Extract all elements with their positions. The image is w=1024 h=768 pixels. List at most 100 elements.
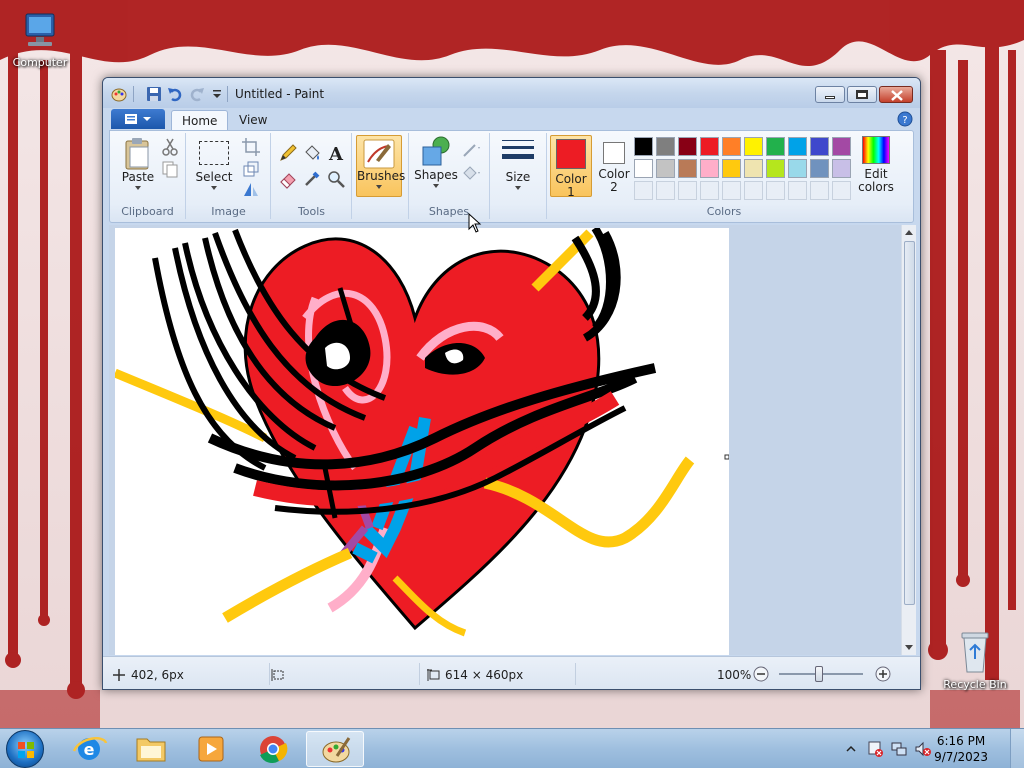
taskbar-paint[interactable] bbox=[306, 731, 364, 767]
palette-swatch[interactable] bbox=[634, 181, 653, 200]
windows-logo-icon bbox=[18, 742, 34, 758]
redo-icon[interactable] bbox=[189, 86, 205, 102]
text-tool-icon[interactable]: A bbox=[326, 143, 346, 163]
palette-swatch[interactable] bbox=[656, 159, 675, 178]
rotate-icon[interactable] bbox=[241, 179, 261, 199]
drawing-canvas[interactable] bbox=[115, 228, 729, 655]
outline-icon[interactable] bbox=[461, 139, 481, 159]
scrollbar-thumb[interactable] bbox=[904, 241, 915, 605]
palette-swatch[interactable] bbox=[700, 181, 719, 200]
desktop-icon-computer[interactable]: Computer bbox=[5, 10, 75, 69]
palette-swatch[interactable] bbox=[766, 181, 785, 200]
palette-swatch[interactable] bbox=[744, 137, 763, 156]
shapes-button[interactable]: Shapes bbox=[413, 135, 459, 188]
vertical-scrollbar[interactable] bbox=[901, 225, 916, 655]
taskbar-internet-explorer[interactable]: e bbox=[60, 731, 118, 767]
tab-home[interactable]: Home bbox=[171, 110, 229, 130]
start-button[interactable] bbox=[6, 730, 44, 768]
eraser-icon[interactable] bbox=[278, 169, 298, 189]
network-icon[interactable] bbox=[890, 740, 908, 758]
color2-button[interactable]: Color 2 bbox=[594, 135, 634, 197]
scroll-up-arrow-icon[interactable] bbox=[905, 230, 913, 235]
palette-swatch[interactable] bbox=[656, 137, 675, 156]
color1-label: Color bbox=[555, 172, 587, 186]
maximize-button[interactable] bbox=[847, 86, 877, 103]
color1-button[interactable]: Color 1 bbox=[550, 135, 592, 199]
palette-swatch[interactable] bbox=[678, 137, 697, 156]
minimize-button[interactable] bbox=[815, 86, 845, 103]
palette-swatch[interactable] bbox=[744, 181, 763, 200]
cut-icon[interactable] bbox=[160, 137, 180, 157]
window-title: Untitled - Paint bbox=[235, 87, 325, 101]
taskbar-media-player[interactable] bbox=[182, 731, 240, 767]
resize-icon[interactable] bbox=[241, 159, 261, 179]
paint-window: Untitled - Paint Home View ? Paste Clipb… bbox=[102, 77, 921, 690]
palette-swatch[interactable] bbox=[634, 137, 653, 156]
edit-colors-button[interactable]: Edit colors bbox=[856, 135, 896, 194]
palette-swatch[interactable] bbox=[678, 159, 697, 178]
color-picker-icon[interactable] bbox=[302, 169, 322, 189]
fill-bucket-icon[interactable] bbox=[302, 143, 322, 163]
palette-swatch[interactable] bbox=[788, 159, 807, 178]
brushes-dropdown-arrow-icon bbox=[376, 185, 382, 189]
crop-icon[interactable] bbox=[241, 137, 261, 157]
customize-quick-access-icon[interactable] bbox=[209, 86, 225, 102]
save-icon[interactable] bbox=[146, 86, 162, 102]
paste-button[interactable]: Paste bbox=[116, 137, 160, 190]
zoom-in-icon[interactable] bbox=[875, 666, 891, 682]
show-desktop-button[interactable] bbox=[1010, 729, 1024, 768]
select-icon bbox=[199, 141, 229, 165]
palette-swatch[interactable] bbox=[722, 137, 741, 156]
copy-icon[interactable] bbox=[160, 159, 180, 179]
select-button[interactable]: Select bbox=[191, 137, 237, 190]
palette-swatch[interactable] bbox=[766, 137, 785, 156]
zoom-out-icon[interactable] bbox=[753, 666, 769, 682]
magnifier-icon[interactable] bbox=[326, 169, 346, 189]
taskbar-chrome[interactable] bbox=[244, 731, 302, 767]
paste-icon bbox=[125, 138, 149, 170]
palette-swatch[interactable] bbox=[700, 159, 719, 178]
pencil-icon[interactable] bbox=[278, 143, 298, 163]
scroll-down-arrow-icon[interactable] bbox=[905, 645, 913, 650]
paint-app-icon[interactable] bbox=[111, 86, 127, 102]
clock-date: 9/7/2023 bbox=[934, 750, 988, 764]
palette-swatch[interactable] bbox=[832, 159, 851, 178]
palette-swatch[interactable] bbox=[656, 181, 675, 200]
palette-swatch[interactable] bbox=[810, 181, 829, 200]
palette-swatch[interactable] bbox=[722, 159, 741, 178]
palette-swatch[interactable] bbox=[634, 159, 653, 178]
size-label: Size bbox=[505, 170, 531, 184]
palette-swatch[interactable] bbox=[788, 137, 807, 156]
image-group: Select Image bbox=[187, 133, 271, 219]
clock[interactable]: 6:16 PM 9/7/2023 bbox=[934, 733, 988, 765]
palette-swatch[interactable] bbox=[832, 137, 851, 156]
paint-menu-button[interactable] bbox=[111, 109, 165, 129]
palette-swatch[interactable] bbox=[700, 137, 719, 156]
fill-icon[interactable] bbox=[461, 161, 481, 181]
close-button[interactable] bbox=[879, 86, 913, 103]
palette-swatch[interactable] bbox=[810, 137, 829, 156]
volume-muted-icon[interactable] bbox=[914, 740, 932, 758]
palette-swatch[interactable] bbox=[744, 159, 763, 178]
minimize-icon bbox=[825, 96, 835, 99]
action-center-icon[interactable] bbox=[866, 740, 884, 758]
brushes-button[interactable]: Brushes bbox=[356, 135, 405, 197]
line-size-icon bbox=[502, 140, 534, 159]
size-button[interactable]: Size bbox=[497, 137, 539, 190]
taskbar-file-explorer[interactable] bbox=[122, 731, 180, 767]
desktop-icon-recycle-bin[interactable]: Recycle Bin bbox=[940, 630, 1010, 691]
palette-swatch[interactable] bbox=[832, 181, 851, 200]
palette-swatch[interactable] bbox=[810, 159, 829, 178]
palette-swatch[interactable] bbox=[722, 181, 741, 200]
tab-view[interactable]: View bbox=[229, 110, 277, 130]
colors-group-label: Colors bbox=[706, 205, 742, 218]
help-icon[interactable]: ? bbox=[897, 111, 913, 127]
title-bar[interactable]: Untitled - Paint bbox=[103, 78, 920, 108]
show-hidden-icons-icon[interactable] bbox=[845, 743, 857, 755]
palette-swatch[interactable] bbox=[766, 159, 785, 178]
palette-swatch[interactable] bbox=[788, 181, 807, 200]
media-player-icon bbox=[198, 736, 224, 762]
palette-swatch[interactable] bbox=[678, 181, 697, 200]
undo-icon[interactable] bbox=[167, 86, 183, 102]
zoom-slider-thumb[interactable] bbox=[815, 666, 823, 682]
